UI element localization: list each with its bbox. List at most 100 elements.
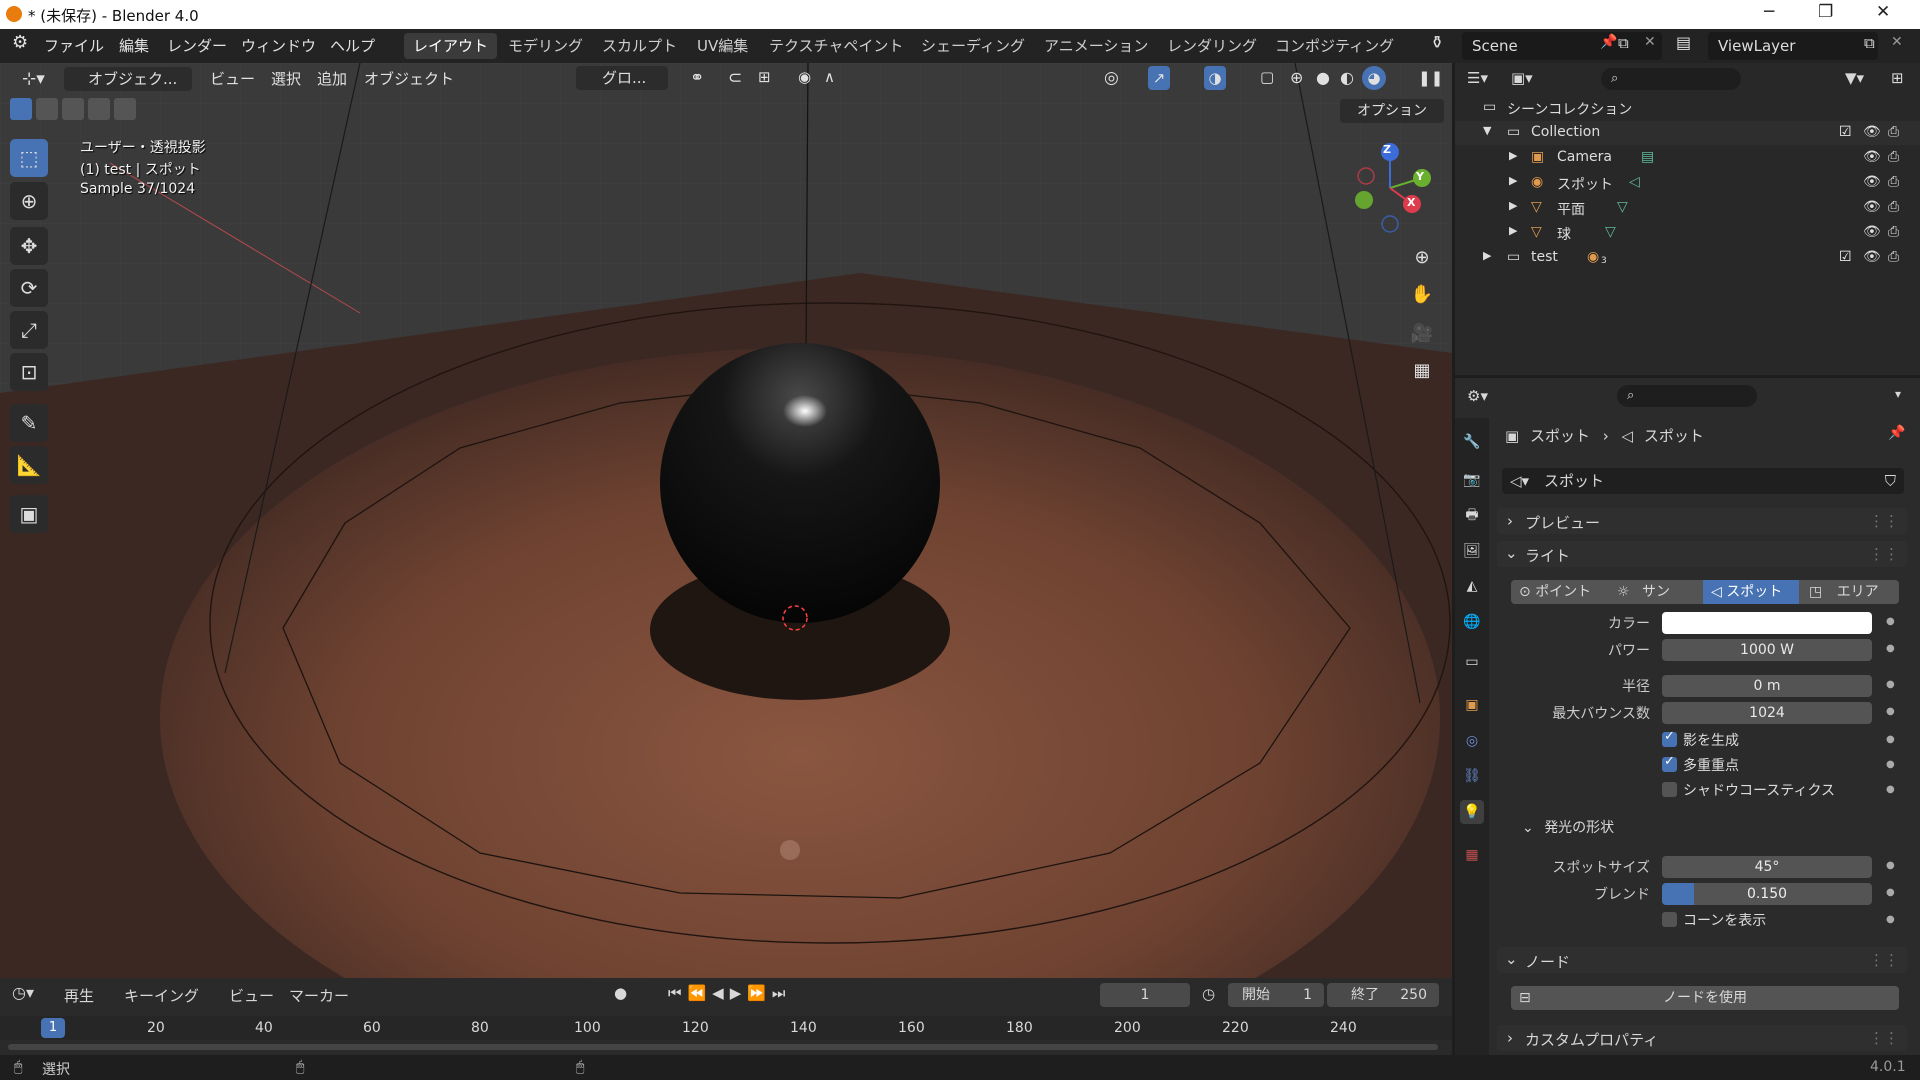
max-bounces-field[interactable]: 1024	[1662, 702, 1872, 724]
outliner-item-camera[interactable]: ▶ ▣ Camera ▤ 👁 ⎙	[1455, 146, 1920, 170]
keyframe-dot-icon[interactable]: ●	[1886, 759, 1895, 770]
outliner-item-plane[interactable]: ▶ ▽ 平面 ▽ 👁 ⎙	[1455, 196, 1920, 220]
render-tab-icon[interactable]: 📷	[1460, 468, 1484, 492]
use-nodes-button[interactable]: ⊟ ノードを使用	[1511, 986, 1899, 1010]
menu-edit[interactable]: 編集	[119, 35, 149, 56]
filter-icon[interactable]: ▼▾	[1845, 69, 1864, 87]
delete-view-layer-icon[interactable]: ✕	[1891, 34, 1903, 50]
new-collection-icon[interactable]: ⊞	[1891, 69, 1904, 87]
tab-rendering[interactable]: レンダリング	[1158, 33, 1266, 59]
outliner-item-spot[interactable]: ▶ ◉ スポット ◁ 👁 ⎙	[1455, 171, 1920, 195]
add-cube-tool-icon[interactable]: ▣	[10, 495, 48, 533]
outliner-editor[interactable]: ☰▾ ▣▾ ⌕ ▼▾ ⊞ ▭ シーンコレクション ▼ ▭ Collection …	[1455, 63, 1920, 375]
3d-viewport[interactable]: ⊹▾ オブジェク... ビュー 選択 追加 オブジェクト グロ... ⚭ ⊂ ⊞…	[0, 63, 1452, 978]
close-button[interactable]: ✕	[1876, 2, 1890, 22]
pivot-icon[interactable]: ⚭	[690, 68, 704, 88]
pause-render-icon[interactable]: ❚❚	[1418, 66, 1443, 90]
timeline-menu-marker[interactable]: マーカー	[289, 985, 349, 1006]
drag-handle-icon[interactable]: ⋮⋮	[1869, 951, 1899, 969]
timeline-menu-playback[interactable]: 再生	[64, 985, 94, 1006]
camera-render-icon[interactable]: ⎙	[1888, 174, 1899, 190]
chevron-down-icon[interactable]: ▾	[1895, 387, 1901, 401]
start-frame-field[interactable]: 開始 1	[1228, 983, 1324, 1007]
cursor-tool-icon[interactable]: ⊕	[10, 182, 48, 220]
eye-icon[interactable]: 👁	[1863, 174, 1881, 190]
outliner-scene-collection[interactable]: ▭ シーンコレクション	[1455, 96, 1920, 120]
maximize-button[interactable]: ❐	[1818, 2, 1833, 22]
select-subtract-icon[interactable]	[62, 98, 84, 120]
select-intersect-icon[interactable]	[114, 98, 136, 120]
rendered-shading-icon[interactable]: ◕	[1362, 66, 1386, 90]
keyframe-dot-icon[interactable]: ●	[1886, 784, 1895, 795]
outliner-editor-type-icon[interactable]: ☰▾	[1467, 69, 1488, 87]
view-layer-field[interactable]: ViewLayer	[1708, 32, 1878, 60]
new-view-layer-icon[interactable]: ⧉	[1864, 34, 1875, 52]
properties-search-input[interactable]: ⌕	[1617, 385, 1757, 407]
constraints-tab-icon[interactable]: ⛓	[1460, 764, 1484, 788]
visibility-icon[interactable]: ◎	[1104, 68, 1119, 88]
timeline-menu-keying[interactable]: キーイング	[124, 985, 199, 1006]
expand-arrow-icon[interactable]: ▶	[1509, 149, 1517, 162]
light-type-area[interactable]: ◳ エリア	[1799, 580, 1899, 604]
rotate-tool-icon[interactable]: ⟳	[10, 269, 48, 307]
falloff-icon[interactable]: ∧	[824, 68, 835, 86]
keyframe-dot-icon[interactable]: ●	[1886, 616, 1895, 627]
xray-icon[interactable]: ▢	[1260, 68, 1274, 86]
menu-file[interactable]: ファイル	[44, 35, 104, 56]
blender-menu-icon[interactable]: ⚙	[12, 32, 28, 53]
viewport-menu-object[interactable]: オブジェクト	[364, 68, 454, 89]
keyframe-dot-icon[interactable]: ●	[1886, 679, 1895, 690]
tab-shading[interactable]: シェーディング	[912, 33, 1034, 59]
view-layer-tab-icon[interactable]: 🖼	[1460, 539, 1484, 563]
light-type-selector[interactable]: ⊙ ポイント ☼ サン ◁ スポット ◳ エリア	[1511, 580, 1899, 604]
expand-arrow-icon[interactable]: ▶	[1509, 199, 1517, 212]
mis-checkbox[interactable]	[1662, 754, 1677, 772]
scene-tab-icon[interactable]: ◭	[1460, 574, 1484, 598]
material-shading-icon[interactable]: ◐	[1340, 68, 1354, 87]
keyframe-dot-icon[interactable]: ●	[1886, 706, 1895, 717]
preview-panel-header[interactable]: › プレビュー ⋮⋮	[1497, 508, 1907, 534]
custom-properties-panel-header[interactable]: › カスタムプロパティ ⋮⋮	[1497, 1025, 1907, 1051]
camera-render-icon[interactable]: ⎙	[1888, 124, 1899, 140]
camera-view-icon[interactable]: 🎥	[1405, 317, 1439, 351]
timeline-scrollbar[interactable]	[8, 1044, 1438, 1050]
pan-hand-icon[interactable]: ✋	[1405, 278, 1439, 312]
outliner-search-input[interactable]: ⌕	[1601, 68, 1741, 90]
world-tab-icon[interactable]: 🌐	[1460, 610, 1484, 634]
overlay-toggle-icon[interactable]: ◑	[1204, 66, 1226, 90]
select-invert-icon[interactable]	[88, 98, 110, 120]
scale-tool-icon[interactable]: ⤢	[10, 311, 48, 349]
camera-render-icon[interactable]: ⎙	[1888, 249, 1899, 265]
light-type-spot[interactable]: ◁ スポット	[1703, 580, 1799, 604]
view-layer-icon[interactable]: ▤	[1676, 33, 1691, 52]
end-frame-field[interactable]: 終了 250	[1327, 983, 1439, 1007]
scene-name-field[interactable]: Scene	[1462, 32, 1662, 60]
nodes-panel-header[interactable]: ⌄ ノード ⋮⋮	[1497, 947, 1907, 973]
power-field[interactable]: 1000 W	[1662, 639, 1872, 661]
keyframe-dot-icon[interactable]: ●	[1886, 914, 1895, 925]
collection-tab-icon[interactable]: ▭	[1460, 650, 1484, 674]
zoom-icon[interactable]: ⊕	[1405, 241, 1439, 275]
timeline-menu-view[interactable]: ビュー	[229, 985, 274, 1006]
eye-icon[interactable]: 👁	[1863, 124, 1881, 140]
fake-user-shield-icon[interactable]: ⛉	[1885, 468, 1896, 494]
blend-slider[interactable]: 0.150	[1662, 883, 1872, 905]
light-type-sun[interactable]: ☼ サン	[1607, 580, 1703, 604]
outliner-collection-row[interactable]: ▼ ▭ Collection ☑ 👁 ⎙	[1455, 121, 1920, 145]
annotate-tool-icon[interactable]: ✎	[10, 404, 48, 442]
pin-icon[interactable]: 📌	[1600, 34, 1617, 50]
tab-sculpt[interactable]: スカルプト	[593, 33, 686, 59]
select-box-tool-icon[interactable]: ⬚	[10, 139, 48, 177]
solid-shading-icon[interactable]: ●	[1316, 68, 1330, 87]
delete-scene-icon[interactable]: ✕	[1644, 34, 1656, 50]
minimize-button[interactable]: ─	[1764, 2, 1774, 22]
light-panel-header[interactable]: ⌄ ライト ⋮⋮	[1497, 541, 1907, 567]
outliner-collection-test[interactable]: ▶ ▭ test ◉ 3 ☑ 👁 ⎙	[1455, 246, 1920, 270]
transform-tool-icon[interactable]: ⊡	[10, 353, 48, 391]
menu-window[interactable]: ウィンドウ	[241, 35, 316, 56]
drag-handle-icon[interactable]: ⋮⋮	[1869, 545, 1899, 563]
light-type-point[interactable]: ⊙ ポイント	[1511, 580, 1607, 604]
select-new-icon[interactable]	[10, 98, 32, 120]
camera-render-icon[interactable]: ⎙	[1888, 199, 1899, 215]
show-cone-checkbox[interactable]	[1662, 912, 1677, 927]
